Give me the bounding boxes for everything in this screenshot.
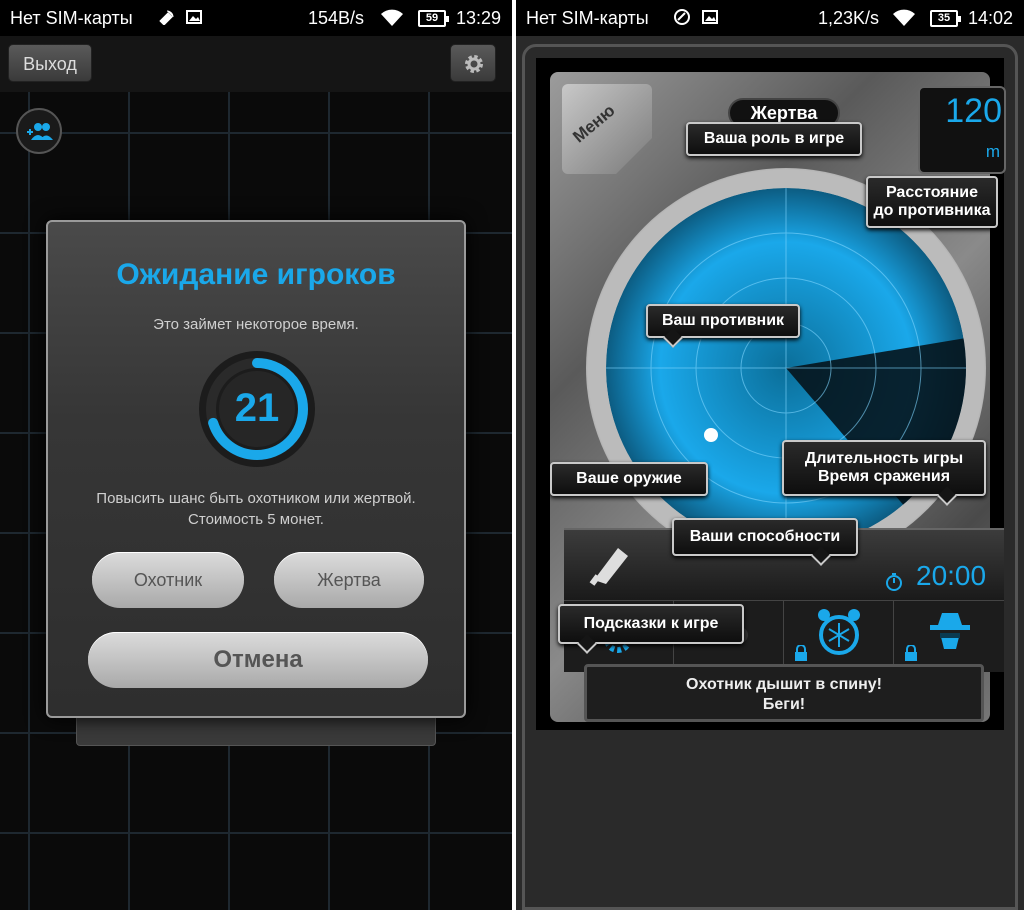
countdown-value: 21 <box>234 386 280 430</box>
tooltip-opponent-text: Ваш противник <box>661 312 785 329</box>
ability-slot-3[interactable] <box>784 601 894 673</box>
network-speed: 1,23K/s <box>818 8 880 28</box>
chance-text-line1: Повысить шанс быть охотником или жертвой… <box>96 490 416 507</box>
victim-button[interactable]: Жертва <box>274 552 424 608</box>
wifi-icon <box>381 9 403 26</box>
clock: 13:29 <box>456 8 502 28</box>
add-friends-button[interactable] <box>16 108 62 154</box>
distance-unit: m <box>985 142 1000 161</box>
lock-icon <box>795 645 807 661</box>
top-bar: Выход <box>0 36 512 92</box>
frozen-alarm-clock-icon <box>818 609 860 655</box>
tooltip-role: Ваша роль в игре <box>686 122 862 156</box>
cancel-button[interactable]: Отмена <box>88 632 428 688</box>
chance-text-line2: Стоимость 5 монет. <box>188 511 324 528</box>
status-bar: Нет SIM-карты 1,23K/s 35 14:02 <box>516 0 1024 36</box>
duration-value: 20:00 <box>916 560 987 591</box>
chainsaw-icon[interactable] <box>588 540 634 588</box>
network-speed: 154B/s <box>308 8 365 28</box>
battery-indicator: 35 <box>930 10 961 27</box>
hunter-button[interactable]: Охотник <box>92 552 244 608</box>
battery-indicator: 59 <box>418 10 449 27</box>
status-bar: Нет SIM-карты 154B/s 59 13:29 <box>0 0 512 36</box>
tooltip-opponent: Ваш противник <box>646 304 800 348</box>
right-screen: Нет SIM-карты 1,23K/s 35 14:02 Меню Жерт… <box>516 0 1024 910</box>
dialog-subtitle: Это займет некоторое время. <box>153 316 359 333</box>
wifi-icon <box>893 9 915 26</box>
settings-button[interactable] <box>450 44 496 82</box>
add-users-icon <box>27 123 53 140</box>
satellite-icon <box>159 10 174 25</box>
waiting-dialog: Ожидание игроков Это займет некоторое вр… <box>46 220 466 718</box>
message-line1: Охотник дышит в спину! <box>686 676 882 693</box>
carrier-label: Нет SIM-карты <box>10 8 133 28</box>
distance-display: 120 m <box>918 86 1006 174</box>
tooltip-duration: Длительность игры Время сражения <box>782 440 986 506</box>
tooltip-hints-text: Подсказки к игре <box>583 615 719 632</box>
countdown-timer: 21 <box>196 348 318 470</box>
game-message: Охотник дышит в спину! Беги! <box>584 664 984 722</box>
image-icon <box>702 10 718 24</box>
tooltip-abilities-text: Ваши способности <box>689 528 841 545</box>
stopwatch-icon <box>886 573 902 591</box>
image-icon <box>186 10 202 24</box>
tooltip-hints: Подсказки к игре <box>558 604 744 654</box>
game-screen: Меню Жертва 120 m 20:00 Охотник дышит в … <box>536 58 1006 730</box>
menu-button[interactable]: Меню <box>562 84 652 174</box>
left-screen: Нет SIM-карты 154B/s 59 13:29 Выход Ожид… <box>0 0 512 910</box>
tooltip-distance-line2: до противника <box>873 202 991 219</box>
gear-icon <box>465 55 483 73</box>
tooltip-abilities: Ваши способности <box>672 518 858 566</box>
clock: 14:02 <box>968 8 1014 28</box>
menu-label: Меню <box>569 100 619 147</box>
tooltip-duration-line2: Время сражения <box>817 468 951 485</box>
tooltip-weapon-text: Ваше оружие <box>576 470 682 487</box>
carrier-label: Нет SIM-карты <box>526 8 649 28</box>
tooltip-weapon: Ваше оружие <box>550 462 708 496</box>
tooltip-duration-line1: Длительность игры <box>804 450 964 467</box>
spy-hat-icon <box>930 613 970 649</box>
distance-value: 120 <box>945 92 1002 130</box>
exit-button[interactable]: Выход <box>8 44 92 82</box>
tooltip-distance-line1: Расстояние <box>885 184 979 201</box>
tooltip-distance: Расстояние до противника <box>866 176 998 228</box>
chance-text: Повысить шанс быть охотником или жертвой… <box>48 488 464 530</box>
tooltip-role-text: Ваша роль в игре <box>703 130 845 147</box>
opponent-blip <box>704 428 718 442</box>
dialog-title: Ожидание игроков <box>116 258 396 291</box>
satellite-icon <box>674 9 690 25</box>
ability-slot-4[interactable] <box>894 601 1004 673</box>
lock-icon <box>905 645 917 661</box>
message-line2: Беги! <box>762 696 806 713</box>
